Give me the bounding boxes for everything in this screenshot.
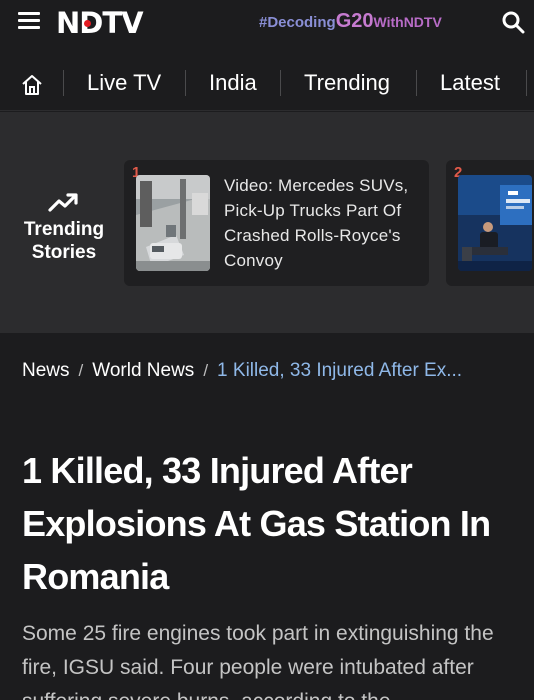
campaign-hashtag[interactable]: #DecodingG20WithNDTV xyxy=(259,10,442,33)
trending-thumbnail-image[interactable] xyxy=(136,175,210,271)
trending-card[interactable]: 1 Video: Mercedes SUVs, Pick-Up Trucks P… xyxy=(124,160,429,286)
trending-card[interactable]: 2 xyxy=(446,160,534,286)
breadcrumb-separator: / xyxy=(78,361,84,380)
home-icon[interactable] xyxy=(20,73,44,97)
nav-separator xyxy=(526,70,527,96)
hamburger-menu-icon[interactable] xyxy=(18,12,40,30)
nav-separator xyxy=(416,70,417,96)
nav-item-latest[interactable]: Latest xyxy=(440,70,500,96)
logo-dot xyxy=(84,20,91,27)
breadcrumb-world-news[interactable]: World News xyxy=(92,360,194,381)
trending-arrow-icon xyxy=(48,193,78,212)
search-icon[interactable] xyxy=(501,10,525,34)
breadcrumb-current: 1 Killed, 33 Injured After Ex... xyxy=(217,360,463,381)
nav-item-trending[interactable]: Trending xyxy=(304,70,390,96)
nav-separator xyxy=(280,70,281,96)
breadcrumb: News / World News / 1 Killed, 33 Injured Aft… xyxy=(22,360,462,382)
top-bar: NDTV #DecodingG20WithNDTV xyxy=(0,0,534,46)
breadcrumb-news[interactable]: News xyxy=(22,360,70,381)
campaign-part-2: G20 xyxy=(335,10,374,32)
article-summary: Some 25 fire engines took part in exting… xyxy=(22,622,494,700)
trending-label-line-2: Stories xyxy=(31,242,97,263)
trending-stories-section: Trending Stories 1 Video: Mercedes SUVs,… xyxy=(0,112,534,333)
trending-headline[interactable]: Video: Mercedes SUVs, Pick-Up Trucks Par… xyxy=(224,173,424,273)
nav-separator xyxy=(63,70,64,96)
campaign-part-3: WithNDTV xyxy=(373,14,442,30)
campaign-part-1: #Decoding xyxy=(259,14,336,31)
main-nav: Live TV India Trending Latest xyxy=(0,55,534,111)
nav-separator xyxy=(185,70,186,96)
article-headline: 1 Killed, 33 Injured After Explosions At… xyxy=(22,450,491,597)
trending-stories-label: Trending Stories xyxy=(14,190,114,264)
nav-item-india[interactable]: India xyxy=(209,70,257,96)
breadcrumb-separator: / xyxy=(203,361,209,380)
trending-thumbnail-image[interactable] xyxy=(458,175,532,271)
trending-label-line-1: Trending xyxy=(23,219,105,240)
nav-item-live-tv[interactable]: Live TV xyxy=(87,70,161,96)
ndtv-logo[interactable]: NDTV xyxy=(56,6,144,40)
